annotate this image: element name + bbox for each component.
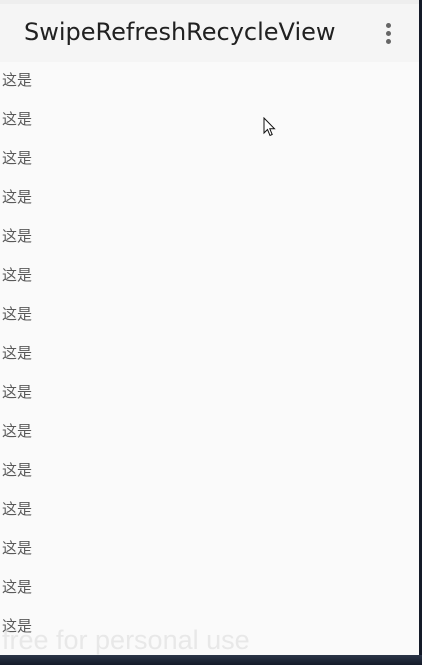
taskbar-strip bbox=[0, 655, 422, 665]
list-item[interactable]: 这是 bbox=[0, 569, 419, 608]
list-item[interactable]: 这是 bbox=[0, 491, 419, 530]
watermark-text: free for personal use bbox=[2, 625, 250, 655]
list-item[interactable]: 这是 bbox=[0, 179, 419, 218]
list-item-label: 这是 bbox=[2, 500, 33, 518]
list-item[interactable]: 这是 bbox=[0, 62, 419, 101]
overflow-dot bbox=[386, 39, 391, 44]
list-item[interactable]: 这是 bbox=[0, 101, 419, 140]
recycler-list[interactable]: 这是 这是 这是 这是 这是 这是 这是 这是 这是 这是 这是 这是 这是 这是 这是 bbox=[0, 62, 419, 665]
list-item-label: 这是 bbox=[2, 266, 33, 284]
list-item-label: 这是 bbox=[2, 422, 33, 440]
list-item[interactable]: 这是 bbox=[0, 296, 419, 335]
list-item-label: 这是 bbox=[2, 110, 33, 128]
list-item-label: 这是 bbox=[2, 149, 33, 167]
app-screen: SwipeRefreshRecycleView 这是 这是 这是 这是 这是 这是 这是 这是… bbox=[0, 0, 419, 665]
list-item[interactable]: 这是 bbox=[0, 452, 419, 491]
overflow-dot bbox=[386, 31, 391, 36]
list-item-label: 这是 bbox=[2, 383, 33, 401]
app-title: SwipeRefreshRecycleView bbox=[24, 18, 336, 46]
action-bar: SwipeRefreshRecycleView bbox=[0, 4, 419, 62]
list-item[interactable]: 这是 bbox=[0, 413, 419, 452]
list-item-label: 这是 bbox=[2, 305, 33, 323]
list-item-label: 这是 bbox=[2, 344, 33, 362]
list-item[interactable]: 这是 bbox=[0, 335, 419, 374]
list-item-label: 这是 bbox=[2, 71, 33, 89]
list-item[interactable]: 这是 bbox=[0, 140, 419, 179]
list-item[interactable]: 这是 bbox=[0, 530, 419, 569]
list-item-label: 这是 bbox=[2, 461, 33, 479]
more-vertical-icon[interactable] bbox=[376, 18, 402, 48]
list-item-label: 这是 bbox=[2, 539, 33, 557]
overflow-dot bbox=[386, 23, 391, 28]
list-item[interactable]: 这是 bbox=[0, 257, 419, 296]
list-item-label: 这是 bbox=[2, 188, 33, 206]
mouse-pointer-icon bbox=[263, 117, 276, 137]
list-item-label: 这是 bbox=[2, 227, 33, 245]
list-item-label: 这是 bbox=[2, 578, 33, 596]
list-item[interactable]: 这是 bbox=[0, 374, 419, 413]
list-item[interactable]: 这是 bbox=[0, 218, 419, 257]
